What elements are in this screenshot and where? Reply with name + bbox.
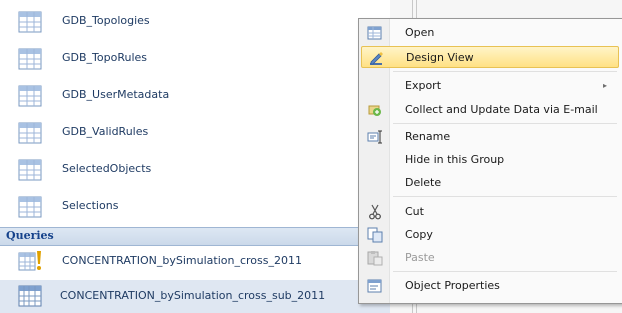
- query-icon: [18, 285, 42, 307]
- queries-group-header[interactable]: Queries: [0, 227, 390, 246]
- menu-item-cut[interactable]: Cut: [361, 201, 619, 223]
- design-view-icon: [370, 52, 383, 65]
- table-label: GDB_UserMetadata: [62, 88, 170, 101]
- menu-item-label: Design View: [406, 51, 474, 64]
- scissors-icon: [369, 204, 381, 220]
- menu-item-label: Hide in this Group: [405, 153, 505, 166]
- collect-data-icon: [368, 105, 381, 116]
- menu-item-label: Cut: [405, 205, 424, 218]
- open-icon: [367, 26, 382, 40]
- menu-item-label: Object Properties: [405, 279, 500, 292]
- context-menu: Open Design View Export ▸ Collect and Up…: [358, 18, 622, 304]
- menu-item-label: Rename: [405, 130, 451, 143]
- menu-item-hide-in-group[interactable]: Hide in this Group: [361, 149, 619, 171]
- menu-item-label: Export: [405, 79, 442, 92]
- menu-separator: [393, 71, 617, 72]
- table-icon: [18, 48, 42, 70]
- submenu-arrow-icon: ▸: [602, 81, 607, 90]
- menu-item-label: Paste: [405, 251, 435, 264]
- table-icon: [18, 11, 42, 33]
- query-item-selected[interactable]: CONCENTRATION_bySimulation_cross_sub_201…: [0, 280, 390, 313]
- group-header-label: Queries: [6, 229, 54, 242]
- menu-separator: [393, 271, 617, 272]
- table-item[interactable]: GDB_UserMetadata: [0, 78, 390, 114]
- table-icon: [18, 85, 42, 107]
- rename-icon: [367, 130, 382, 144]
- menu-item-open[interactable]: Open: [361, 22, 619, 44]
- query-label: CONCENTRATION_bySimulation_cross_2011: [62, 254, 302, 267]
- table-item[interactable]: Selections: [0, 189, 390, 225]
- menu-item-copy[interactable]: Copy: [361, 224, 619, 246]
- menu-item-delete[interactable]: Delete: [361, 172, 619, 194]
- table-label: GDB_ValidRules: [62, 125, 149, 138]
- query-label: CONCENTRATION_bySimulation_cross_sub_201…: [60, 289, 326, 302]
- table-item[interactable]: GDB_TopoRules: [0, 41, 390, 77]
- table-label: GDB_Topologies: [62, 14, 150, 27]
- table-label: GDB_TopoRules: [62, 51, 148, 64]
- table-label: Selections: [62, 199, 119, 212]
- properties-icon: [367, 279, 382, 293]
- menu-item-label: Collect and Update Data via E-mail: [405, 103, 598, 116]
- menu-item-object-properties[interactable]: Object Properties: [361, 275, 619, 297]
- table-label: SelectedObjects: [62, 162, 152, 175]
- table-icon: [18, 122, 42, 144]
- menu-item-label: Open: [405, 26, 435, 39]
- table-item[interactable]: SelectedObjects: [0, 152, 390, 188]
- menu-item-paste[interactable]: Paste: [361, 247, 619, 269]
- menu-item-rename[interactable]: Rename: [361, 126, 619, 148]
- query-item[interactable]: CONCENTRATION_bySimulation_cross_2011: [0, 245, 390, 279]
- query-warning-icon: [18, 251, 41, 271]
- table-item[interactable]: GDB_ValidRules: [0, 115, 390, 151]
- table-icon: [18, 159, 42, 181]
- paste-icon: [367, 251, 383, 266]
- navigation-pane: GDB_Topologies GDB_TopoRules GDB_UserMet…: [0, 0, 390, 313]
- menu-item-label: Copy: [405, 228, 433, 241]
- menu-item-design-view[interactable]: Design View: [361, 46, 619, 68]
- table-item[interactable]: GDB_Topologies: [0, 4, 390, 40]
- menu-item-label: Delete: [405, 176, 442, 189]
- table-icon: [18, 196, 42, 218]
- menu-separator: [393, 123, 617, 124]
- copy-icon: [367, 227, 383, 243]
- menu-separator: [393, 196, 617, 197]
- menu-item-collect-data[interactable]: Collect and Update Data via E-mail: [361, 99, 619, 121]
- menu-item-export[interactable]: Export ▸: [361, 75, 619, 97]
